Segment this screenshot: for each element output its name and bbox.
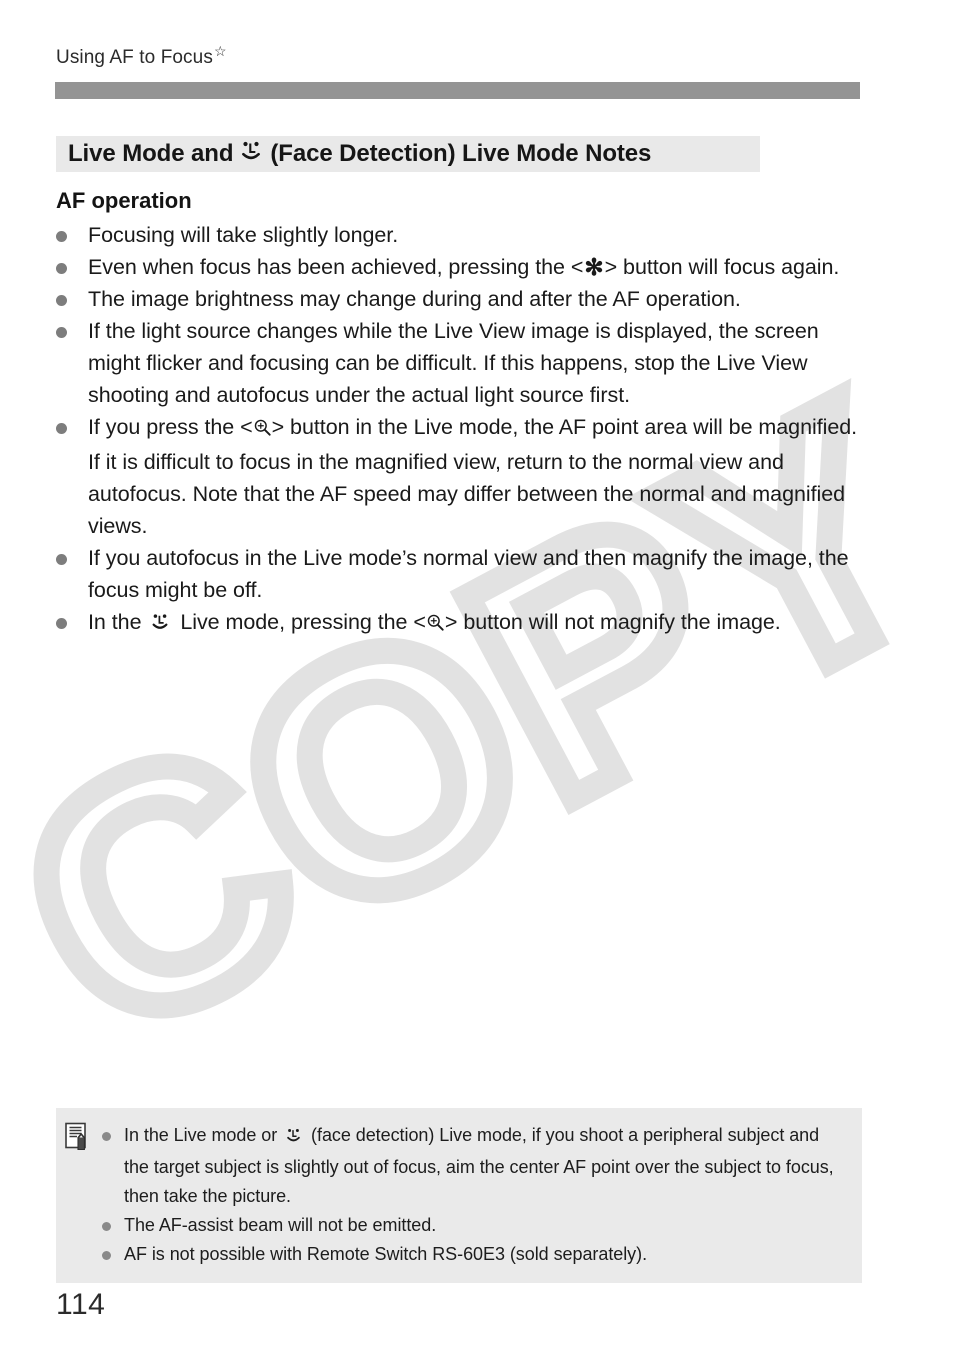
bullet-dot-icon: [102, 1132, 111, 1141]
list-item-text: In the Live mode or (face detection) Liv…: [124, 1121, 846, 1211]
list-item: Even when focus has been achieved, press…: [56, 251, 866, 283]
bullet-dot-icon: [56, 554, 67, 565]
text-run: If the light source changes while the Li…: [88, 319, 819, 407]
heading-text-before: Live Mode and: [68, 140, 234, 167]
list-item: In the Live mode, pressing the < > button…: [56, 606, 866, 641]
text-run: The AF-assist beam will not be emitted.: [124, 1215, 437, 1235]
list-item-text: If the light source changes while the Li…: [88, 315, 866, 411]
face-detection-icon: [150, 609, 170, 641]
list-item-text: Focusing will take slightly longer.: [88, 219, 866, 251]
text-run: Even when focus has been achieved, press…: [88, 255, 584, 279]
bullet-dot-icon: [56, 327, 67, 338]
list-item: If you press the < > button in the Live m…: [56, 411, 866, 542]
bullet-dot-icon: [56, 231, 67, 242]
bullet-dot-icon: [102, 1251, 111, 1260]
af-operation-bullet-list: Focusing will take slightly longer. Even…: [56, 219, 866, 641]
note-list: In the Live mode or (face detection) Liv…: [102, 1121, 846, 1269]
list-item: If you autofocus in the Live mode’s norm…: [56, 542, 866, 606]
list-item-text: The image brightness may change during a…: [88, 283, 866, 315]
text-run: If you press the <: [88, 415, 253, 439]
text-run: > button will focus again.: [604, 255, 840, 279]
face-detection-icon: [285, 1124, 302, 1153]
list-item-text: Even when focus has been achieved, press…: [88, 251, 866, 283]
list-item: Focusing will take slightly longer.: [56, 219, 866, 251]
sub-heading-af-operation: AF operation: [56, 188, 192, 213]
list-item: The AF-assist beam will not be emitted.: [102, 1211, 846, 1240]
list-item: If the light source changes while the Li…: [56, 315, 866, 411]
document-page: Using AF to Focus☆ Live Mode and (Face D…: [0, 0, 954, 1345]
magnify-icon: [253, 414, 272, 446]
text-run: The image brightness may change during a…: [88, 287, 741, 311]
section-heading-bar: Live Mode and (Face Detection) Live Mode…: [56, 136, 760, 172]
running-header: Using AF to Focus☆: [56, 44, 227, 69]
text-run: Focusing will take slightly longer.: [88, 223, 399, 247]
text-run: Live mode, pressing the <: [174, 610, 426, 634]
list-item-text: In the Live mode, pressing the < > button…: [88, 606, 866, 641]
text-run: If you autofocus in the Live mode’s norm…: [88, 546, 849, 602]
list-item-text: The AF-assist beam will not be emitted.: [124, 1211, 846, 1240]
list-item: The image brightness may change during a…: [56, 283, 866, 315]
bullet-dot-icon: [56, 263, 67, 274]
bullet-dot-icon: [56, 618, 67, 629]
list-item-text: AF is not possible with Remote Switch RS…: [124, 1240, 846, 1269]
ae-lock-asterisk-icon: ✻: [584, 254, 604, 280]
text-run: In the: [88, 610, 148, 634]
bullet-dot-icon: [56, 423, 67, 434]
header-rule: [55, 82, 860, 99]
note-pencil-icon: [64, 1122, 90, 1157]
magnify-icon: [426, 609, 445, 641]
star-icon: ☆: [213, 42, 227, 59]
bullet-dot-icon: [102, 1222, 111, 1231]
list-item-text: If you autofocus in the Live mode’s norm…: [88, 542, 866, 606]
section-heading-text: Live Mode and (Face Detection) Live Mode…: [68, 139, 651, 170]
text-run: > button will not magnify the image.: [444, 610, 781, 634]
text-run: AF is not possible with Remote Switch RS…: [124, 1244, 648, 1264]
face-detection-icon: [239, 139, 263, 170]
page-number: 114: [56, 1288, 106, 1321]
list-item: In the Live mode or (face detection) Liv…: [102, 1121, 846, 1211]
heading-text-after: (Face Detection) Live Mode Notes: [270, 140, 652, 167]
running-header-text: Using AF to Focus: [56, 47, 213, 68]
list-item: AF is not possible with Remote Switch RS…: [102, 1240, 846, 1269]
text-run: In the Live mode or: [124, 1125, 283, 1145]
list-item-text: If you press the < > button in the Live m…: [88, 411, 866, 542]
note-box: In the Live mode or (face detection) Liv…: [56, 1108, 862, 1283]
bullet-dot-icon: [56, 295, 67, 306]
